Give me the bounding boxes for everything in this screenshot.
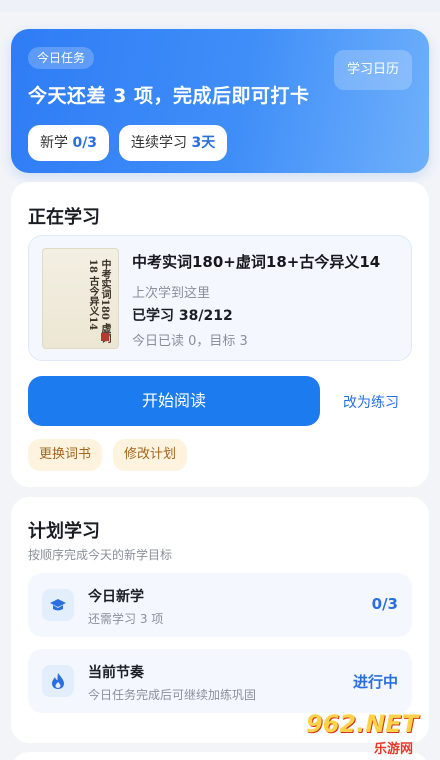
streak-value: 3天 [191,135,216,151]
book-cover-seal [101,333,109,341]
plan-study-card: 计划学习 按顺序完成今天的新学目标 今日新学 还需学习 3 项 0/3 当前节奏… [11,497,429,743]
today-task-card: 今日任务 今天还差 3 项，完成后即可打卡 学习日历 新学 0/3 连续学习 3… [11,29,429,173]
today-task-title: 今天还差 3 项，完成后即可打卡 [28,85,310,107]
plan-row-title: 当前节奏 [88,665,144,681]
watermark-main: 962.NET [306,710,419,738]
plan-row-value: 进行中 [352,673,398,691]
current-study-title: 正在学习 [28,207,100,228]
new-learn-chip: 新学 0/3 [28,125,110,161]
plan-row-new-learn[interactable]: 今日新学 还需学习 3 项 0/3 [28,573,412,637]
new-learn-label: 新学 [40,135,68,151]
current-book[interactable]: 中考实词180 虚词18 古今异义14 中考实词180+虚词18+古今异义14 … [28,235,412,361]
plan-study-title: 计划学习 [28,521,100,542]
plan-row-value: 0/3 [371,595,398,613]
study-calendar-button[interactable]: 学习日历 [334,50,412,90]
plan-row-desc: 今日任务完成后可继续加练巩固 [88,688,257,702]
start-reading-button[interactable]: 开始阅读 [28,376,320,426]
plan-row-title: 今日新学 [88,589,144,605]
watermark-sub: 乐游网 [374,742,414,757]
flame-icon [42,665,74,697]
streak-chip: 连续学习 3天 [119,125,228,161]
site-watermark: 962.NET 乐游网 [300,710,436,757]
new-learn-value: 0/3 [72,135,98,151]
current-study-card: 正在学习 中考实词180 虚词18 古今异义14 中考实词180+虚词18+古今… [11,182,429,487]
today-task-tag: 今日任务 [28,47,95,69]
book-name: 中考实词180+虚词18+古今异义14 [132,253,381,271]
book-cover-image: 中考实词180 虚词18 古今异义14 [42,248,119,349]
plan-row-rhythm[interactable]: 当前节奏 今日任务完成后可继续加练巩固 进行中 [28,649,412,713]
streak-label: 连续学习 [131,135,187,151]
edit-plan-button[interactable]: 修改计划 [113,439,188,471]
book-last-position: 上次学到这里 [132,286,211,301]
book-today-progress: 今日已读 0，目标 3 [132,334,248,349]
switch-to-practice-link[interactable]: 改为练习 [343,392,399,412]
plan-study-subtitle: 按顺序完成今天的新学目标 [28,548,173,562]
book-learned-progress: 已学习 38/212 [132,308,233,324]
plan-row-desc: 还需学习 3 项 [88,612,164,626]
top-strip [0,0,440,12]
graduation-cap-icon [42,589,74,621]
change-book-button[interactable]: 更换词书 [28,439,103,471]
